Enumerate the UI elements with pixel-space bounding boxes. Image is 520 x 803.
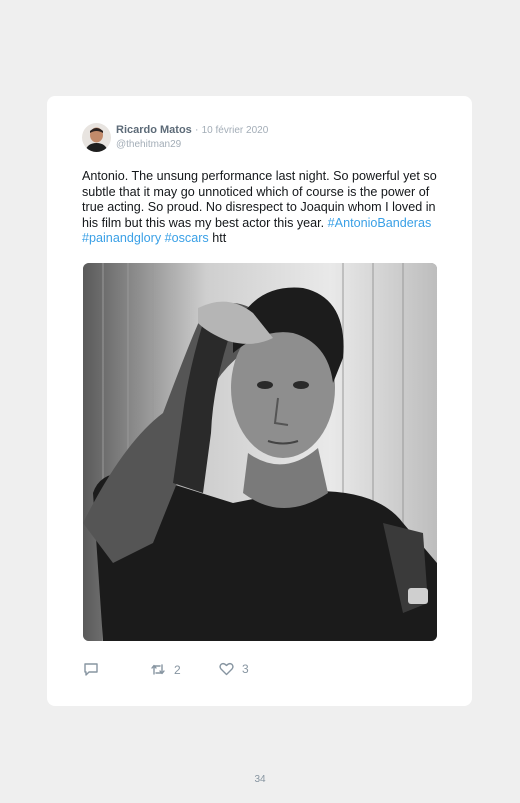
hashtag-link[interactable]: #AntonioBanderas xyxy=(328,216,432,230)
hashtag-link[interactable]: #painandglory xyxy=(82,231,161,245)
like-count: 3 xyxy=(242,662,249,676)
truncated-link[interactable]: htt xyxy=(212,231,226,245)
tweet-card: Ricardo Matos · 10 février 2020 @thehitm… xyxy=(47,96,472,706)
heart-icon xyxy=(219,662,234,676)
reply-icon xyxy=(83,662,99,677)
retweet-count: 2 xyxy=(174,662,181,677)
tweet-text: Antonio. The unsung performance last nig… xyxy=(82,169,442,247)
tweet-actions: 2 3 xyxy=(83,662,443,678)
retweet-icon xyxy=(150,662,166,677)
header-separator: · xyxy=(191,124,202,136)
page-number: 34 xyxy=(254,774,266,785)
hashtag-link[interactable]: #oscars xyxy=(165,231,209,245)
tweet-date[interactable]: 10 février 2020 xyxy=(202,125,269,136)
author-name[interactable]: Ricardo Matos xyxy=(116,124,192,136)
retweet-button[interactable]: 2 xyxy=(150,662,181,677)
tweet-photo[interactable] xyxy=(83,263,437,641)
like-button[interactable]: 3 xyxy=(219,662,249,676)
tweet-header: Ricardo Matos · 10 février 2020 xyxy=(116,124,268,136)
reply-button[interactable] xyxy=(83,662,99,677)
avatar[interactable] xyxy=(82,123,111,152)
author-handle[interactable]: @thehitman29 xyxy=(116,139,181,150)
